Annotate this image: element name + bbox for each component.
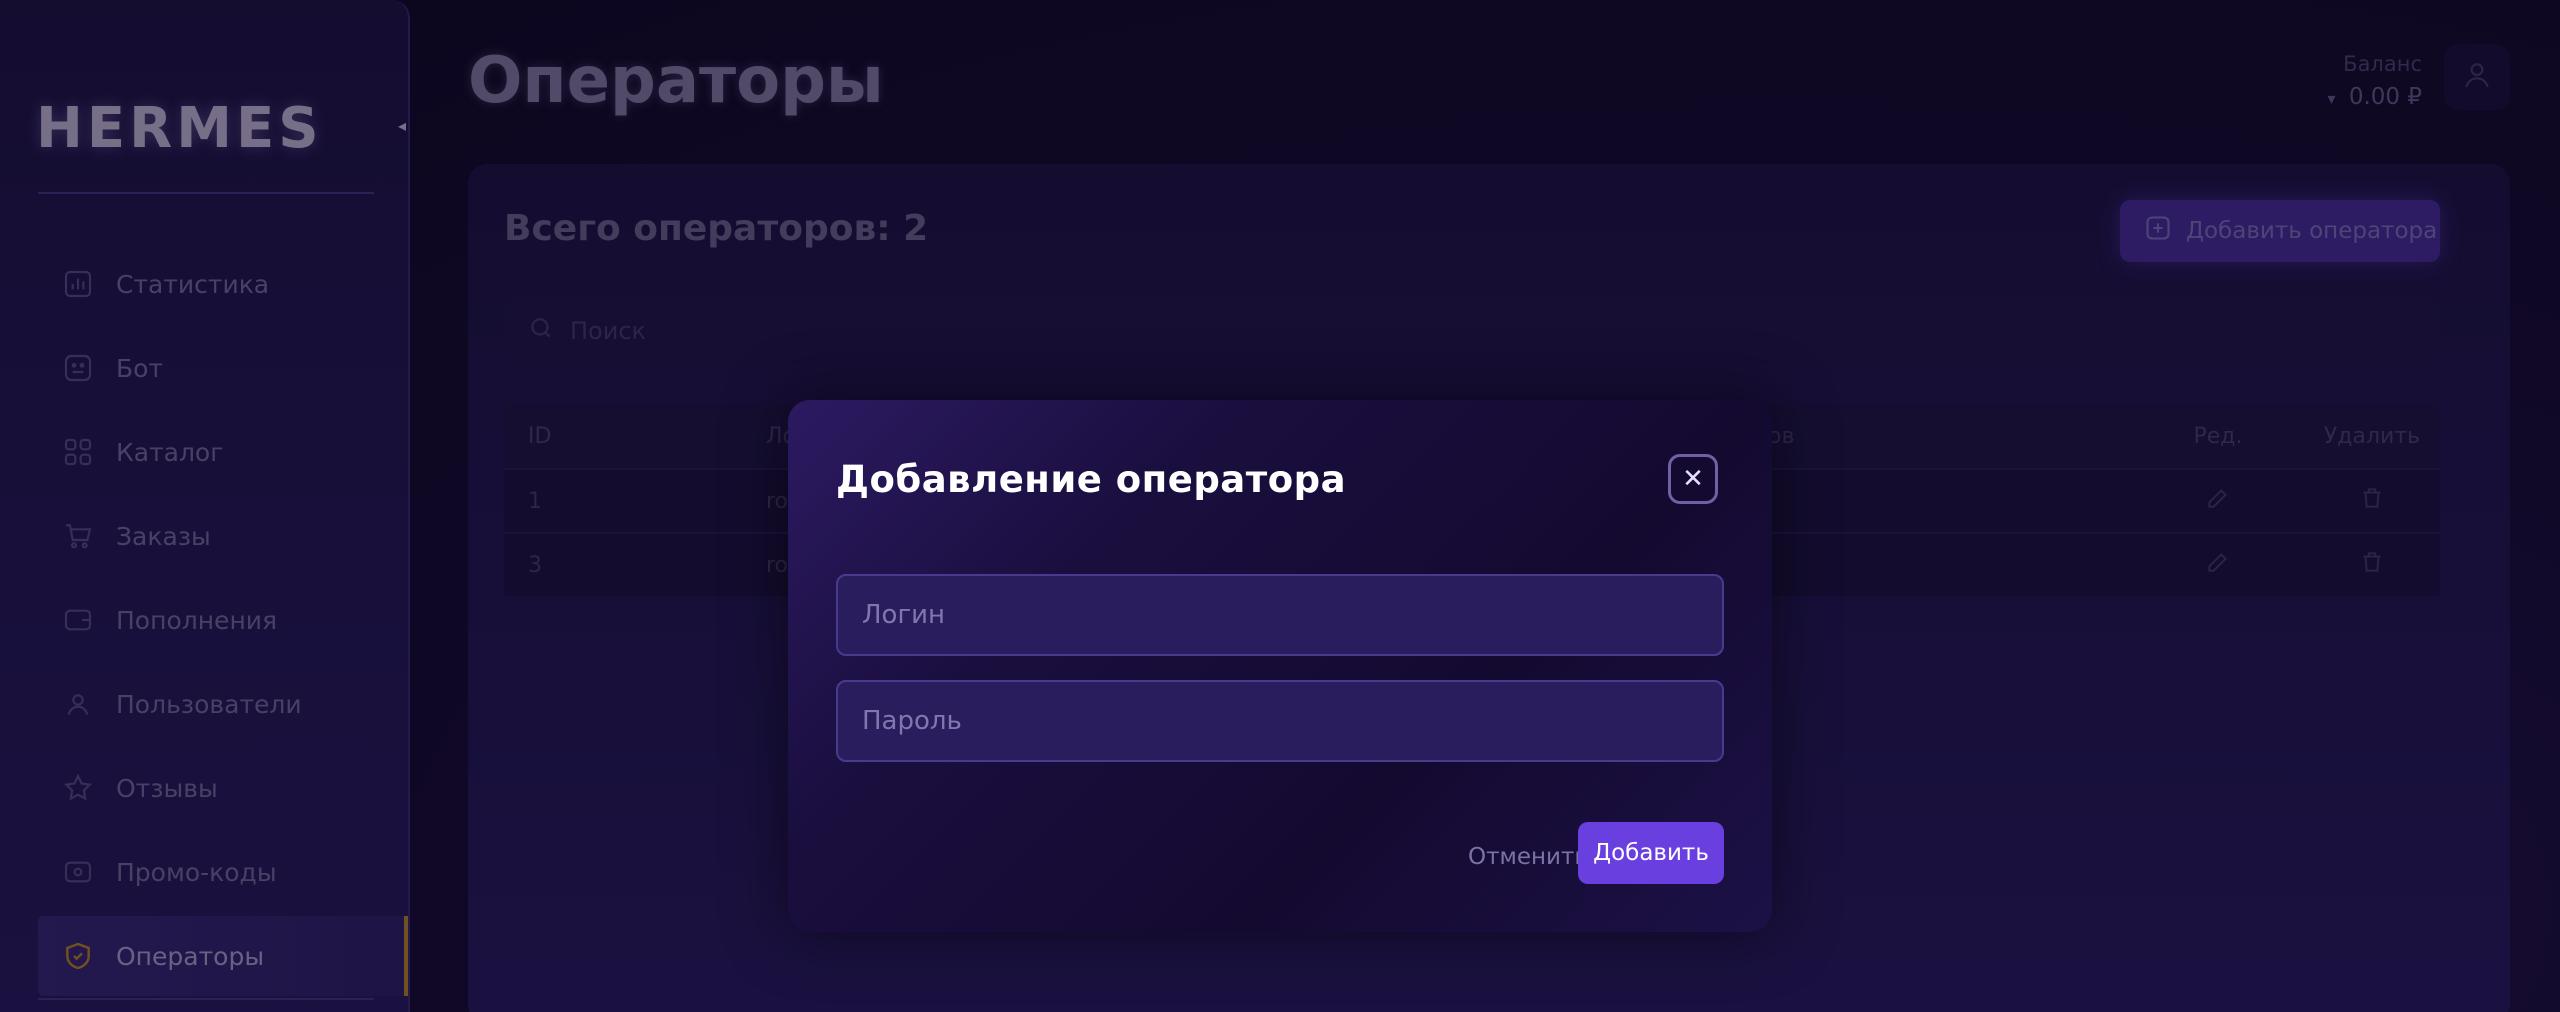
- close-button[interactable]: ✕: [1668, 454, 1718, 504]
- add-button[interactable]: Добавить: [1578, 822, 1724, 884]
- close-icon: ✕: [1682, 464, 1704, 494]
- app-root: HERMES ◂ Статистика Бот Каталог Заказы П…: [0, 0, 2560, 1012]
- login-input[interactable]: [836, 574, 1724, 656]
- password-input[interactable]: [836, 680, 1724, 762]
- modal-title: Добавление оператора: [836, 458, 1347, 501]
- add-operator-modal: Добавление оператора ✕ Отменить Добавить: [788, 400, 1772, 932]
